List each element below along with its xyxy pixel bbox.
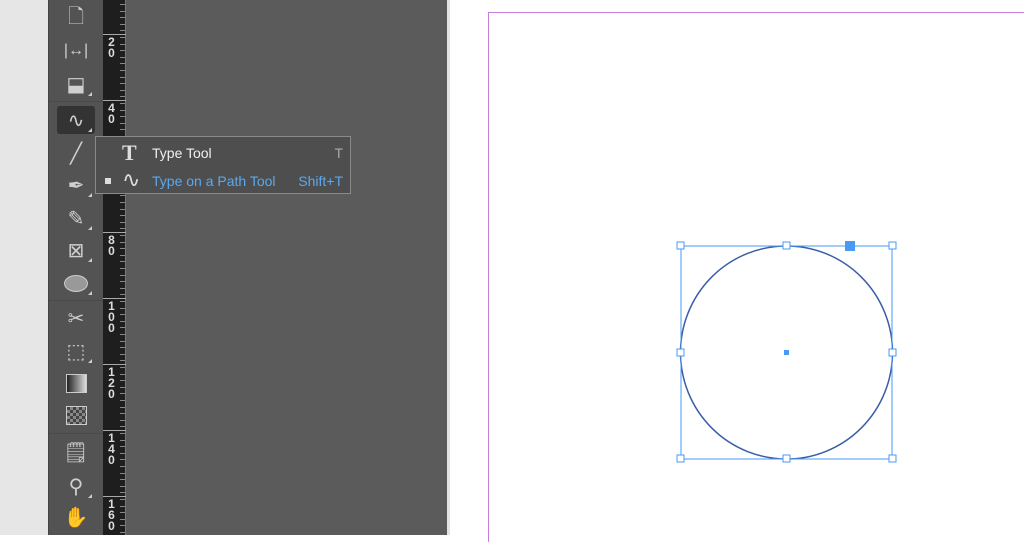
type-on-path-icon: ∿ (122, 168, 141, 193)
handle-top-center (782, 241, 791, 250)
handle-bottom-right (888, 454, 897, 463)
handle-bottom-left (676, 454, 685, 463)
flyout-item-type-on-path-tool[interactable]: ∿ Type on a Path Tool Shift+T (96, 166, 352, 194)
selected-ellipse-artwork[interactable] (0, 0, 1024, 535)
tool-flyout-menu: T Type Tool T ∿ Type on a Path Tool Shif… (95, 136, 351, 194)
handle-middle-left (676, 348, 685, 357)
handle-middle-right (888, 348, 897, 357)
handle-bottom-center (782, 454, 791, 463)
handle-top-right (888, 241, 897, 250)
type-tool-icon: T (122, 140, 137, 165)
flyout-item-type-tool[interactable]: T Type Tool T (96, 138, 352, 166)
selected-indicator-icon (105, 178, 111, 184)
handle-top-left (676, 241, 685, 250)
content-grabber-handle (845, 241, 855, 251)
center-point (784, 350, 789, 355)
